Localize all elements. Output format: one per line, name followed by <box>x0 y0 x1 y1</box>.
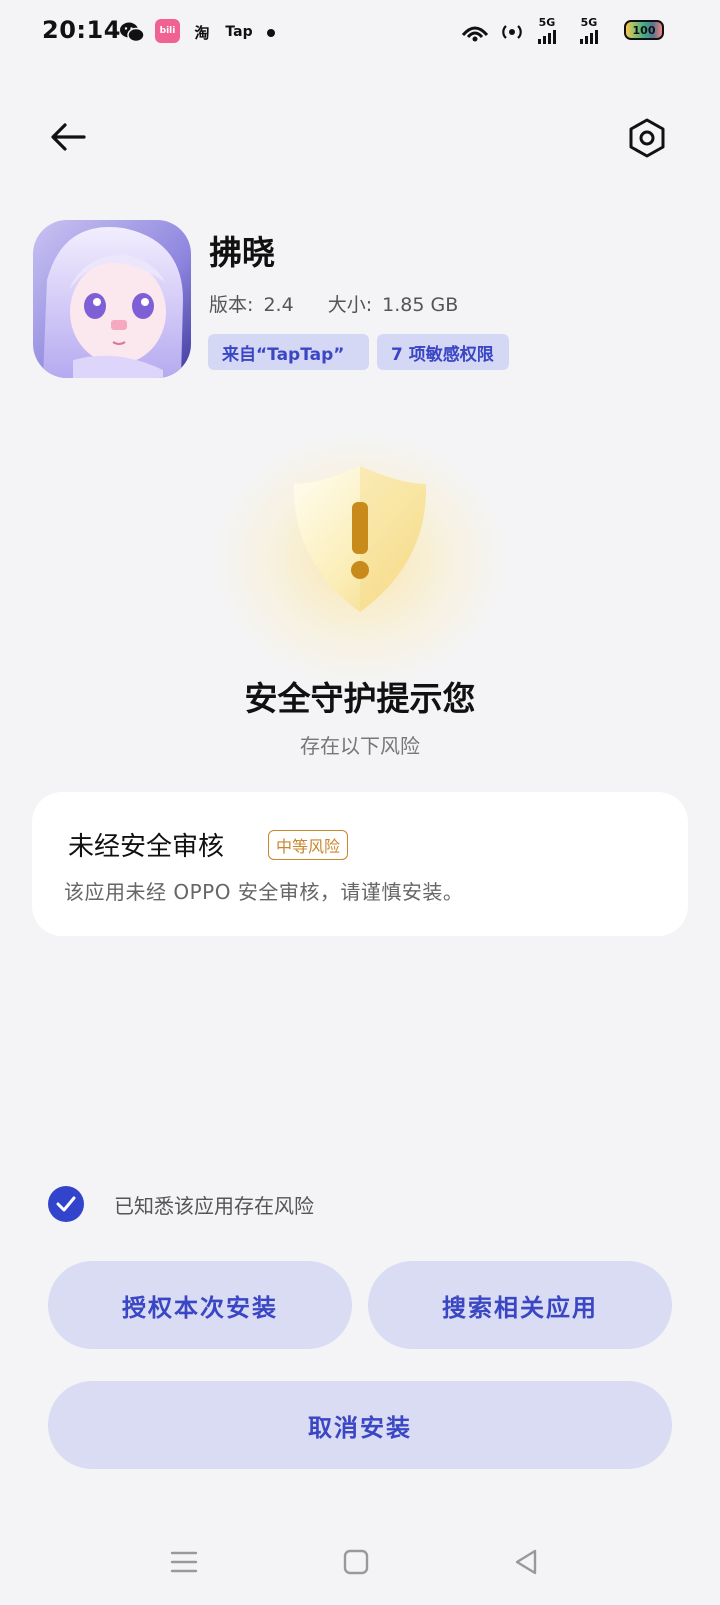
risk-description: 该应用未经 OPPO 安全审核，请谨慎安装。 <box>64 880 464 904</box>
settings-button[interactable] <box>619 110 675 166</box>
status-time: 20:14 <box>42 16 121 44</box>
app-icon <box>33 220 191 378</box>
status-bar: 20:14 bili 淘 Tap 5G 5G 100 <box>0 0 720 64</box>
signal-icon-1: 5G <box>538 16 556 44</box>
source-tag[interactable]: 来自“TapTap” <box>208 334 369 370</box>
nav-home-button[interactable] <box>336 1546 376 1578</box>
nav-menu-button[interactable] <box>164 1546 204 1578</box>
cancel-install-button[interactable]: 取消安装 <box>48 1381 672 1469</box>
app-name: 拂晓 <box>209 233 275 272</box>
wifi-cloud-icon <box>458 19 492 45</box>
arrow-left-icon <box>51 123 86 151</box>
checkmark-icon <box>56 1196 76 1212</box>
authorize-install-button[interactable]: 授权本次安装 <box>48 1261 352 1349</box>
gear-hex-icon <box>629 118 665 158</box>
risk-card: 未经安全审核 中等风险 该应用未经 OPPO 安全审核，请谨慎安装。 <box>32 792 688 936</box>
wechat-icon <box>118 19 146 45</box>
back-button[interactable] <box>40 109 96 165</box>
size-label: 大小: <box>327 294 373 316</box>
menu-icon <box>170 1551 198 1573</box>
hotspot-icon <box>498 19 526 45</box>
nav-back-button[interactable] <box>506 1546 546 1578</box>
bilibili-icon: bili <box>155 19 180 43</box>
shield-warning-icon <box>290 462 430 616</box>
warning-headline: 安全守护提示您 <box>244 679 476 718</box>
square-icon <box>343 1549 369 1575</box>
permissions-tag[interactable]: 7 项敏感权限 <box>377 334 509 370</box>
size-value: 1.85 GB <box>382 294 459 316</box>
dot-icon <box>267 29 275 37</box>
acknowledge-checkbox[interactable] <box>48 1186 84 1222</box>
app-meta: 版本: 2.4 大小: 1.85 GB <box>209 290 462 317</box>
triangle-back-icon <box>515 1549 537 1575</box>
version-label: 版本: <box>209 294 254 316</box>
signal-label: 5G <box>580 16 598 29</box>
battery-icon: 100 <box>624 20 664 40</box>
risk-title: 未经安全审核 <box>68 832 225 862</box>
version-value: 2.4 <box>263 294 294 316</box>
taobao-icon: 淘 <box>194 23 210 42</box>
warning-subline: 存在以下风险 <box>300 734 420 758</box>
acknowledge-label[interactable]: 已知悉该应用存在风险 <box>114 1190 314 1219</box>
search-related-apps-button[interactable]: 搜索相关应用 <box>368 1261 672 1349</box>
signal-label: 5G <box>538 16 556 29</box>
risk-level-badge: 中等风险 <box>268 830 349 860</box>
signal-icon-2: 5G <box>580 16 598 44</box>
taptap-icon: Tap <box>225 24 253 40</box>
